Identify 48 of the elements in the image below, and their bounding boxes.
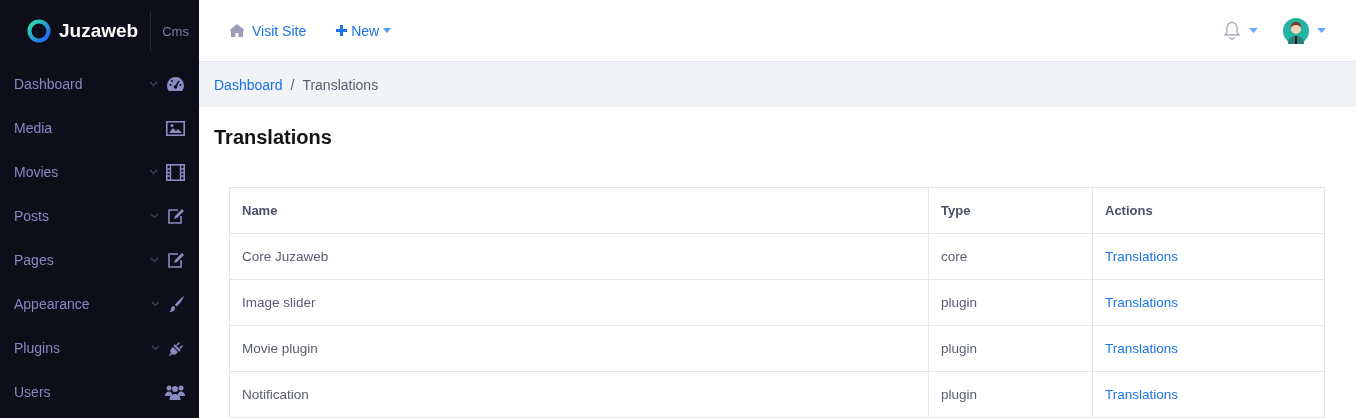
plug-icon: [168, 339, 185, 357]
brand-name: Juzaweb: [59, 20, 139, 42]
plus-icon: [336, 25, 348, 36]
sidebar-item[interactable]: Posts: [0, 194, 199, 238]
caret-icon: [383, 28, 392, 33]
caret-icon: [1249, 28, 1258, 33]
user-menu-button[interactable]: [1283, 17, 1326, 44]
sidebar-item[interactable]: Dashboard: [0, 62, 199, 106]
visit-site-link[interactable]: Visit Site: [229, 22, 307, 39]
bell-icon: [1223, 21, 1241, 40]
home-icon: [229, 24, 245, 37]
image-icon: [166, 120, 185, 136]
gauge-icon: [166, 76, 185, 92]
column-header: Actions: [1092, 187, 1325, 234]
page-title: Translations: [214, 125, 333, 149]
sidebar-item[interactable]: Plugins: [0, 326, 199, 370]
table-cell: Image slider: [229, 279, 929, 326]
table-cell: plugin: [928, 325, 1093, 372]
ring-logo-icon: [27, 19, 51, 43]
sidebar-item[interactable]: Appearance: [0, 282, 199, 326]
translations-link[interactable]: Translations: [1105, 295, 1179, 310]
film-icon: [166, 163, 185, 181]
breadcrumb-separator: /: [290, 76, 295, 93]
table-cell: Movie plugin: [229, 325, 929, 372]
edit-icon: [167, 208, 185, 224]
table-cell: Notification: [229, 371, 929, 418]
avatar-icon: [1283, 17, 1309, 44]
translations-link[interactable]: Translations: [1105, 387, 1179, 402]
translations-link[interactable]: Translations: [1105, 249, 1179, 264]
table-cell: plugin: [928, 371, 1093, 418]
new-menu-button[interactable]: New: [336, 22, 392, 39]
translations-link[interactable]: Translations: [1105, 341, 1179, 356]
brush-icon: [168, 295, 185, 313]
sidebar-item[interactable]: Movies: [0, 150, 199, 194]
users-icon: [165, 383, 185, 401]
sidebar-item[interactable]: Pages: [0, 238, 199, 282]
caret-icon: [1317, 28, 1326, 33]
breadcrumb-current: Translations: [302, 76, 379, 93]
table-cell: plugin: [928, 279, 1093, 326]
column-header: Name: [229, 187, 929, 234]
breadcrumb-link[interactable]: Dashboard: [214, 76, 283, 93]
table-cell: Core Juzaweb: [229, 233, 929, 280]
sidebar-item[interactable]: Media: [0, 106, 199, 150]
sidebar-item[interactable]: Users: [0, 370, 199, 414]
column-header: Type: [928, 187, 1093, 234]
table-cell: core: [928, 233, 1093, 280]
edit-icon: [167, 252, 185, 268]
brand-tag: Cms: [150, 11, 189, 51]
